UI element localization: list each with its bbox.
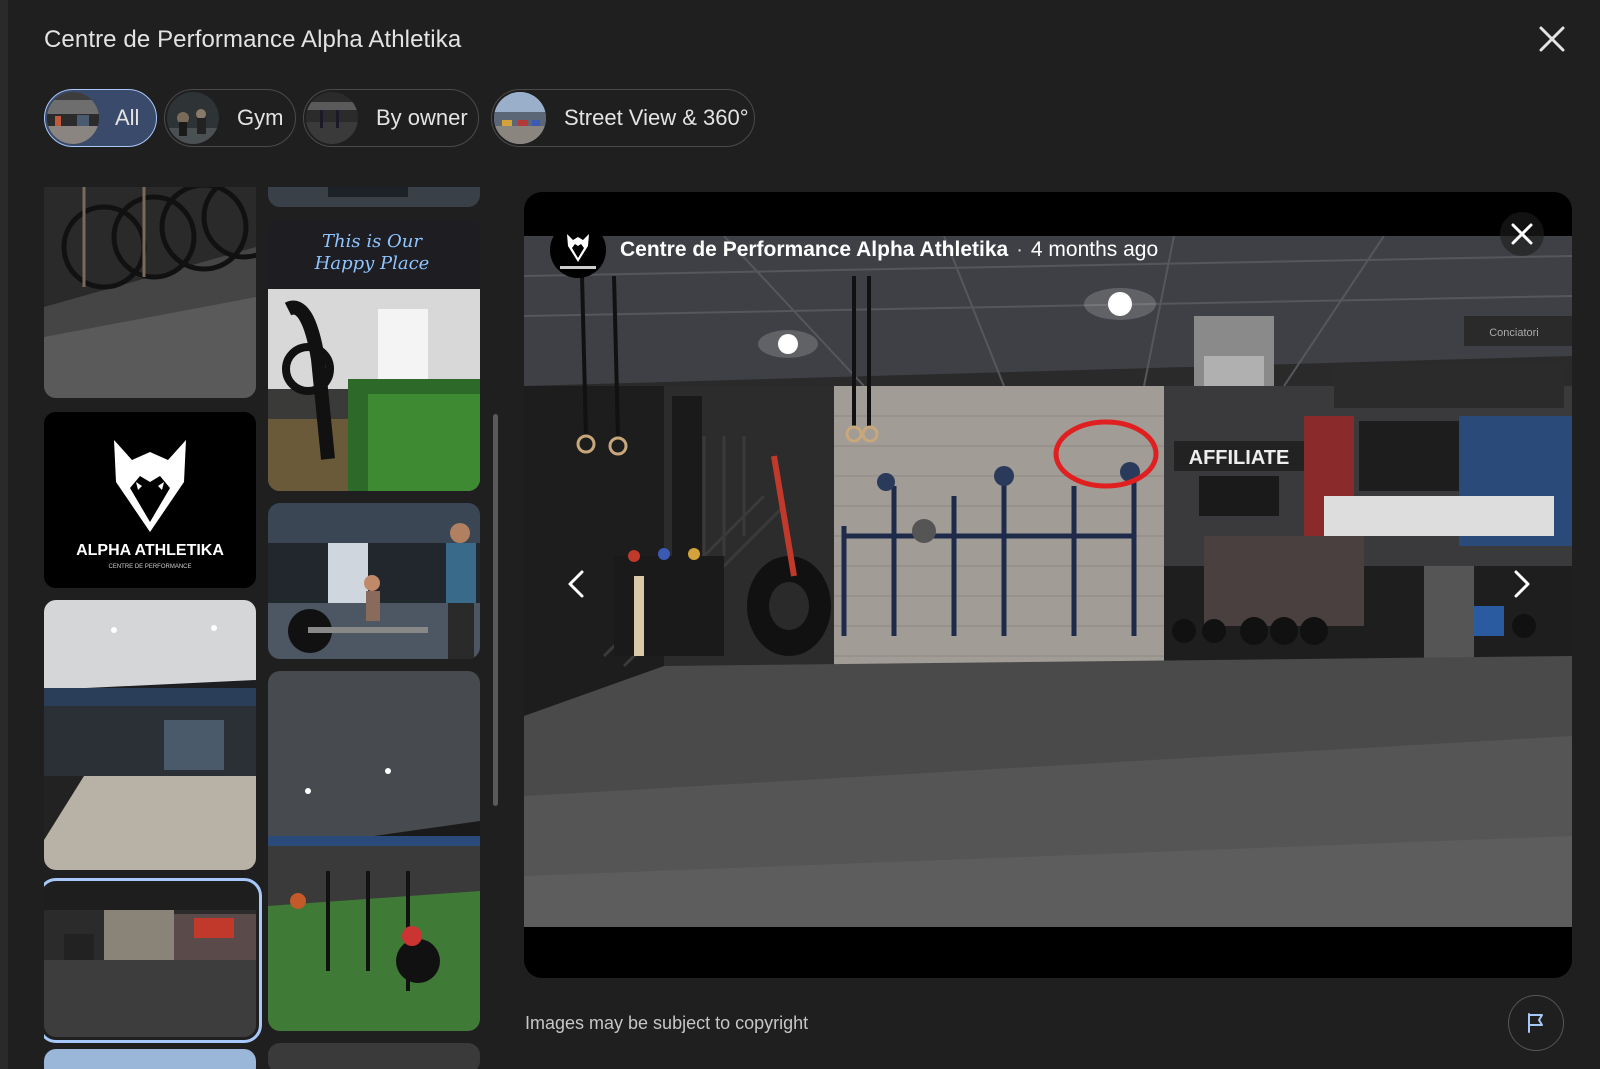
sign-affiliate: AFFILIATE <box>1189 447 1290 469</box>
thumbnail-logo[interactable]: ALPHA ATHLETIKA CENTRE DE PERFORMANCE <box>44 412 256 588</box>
chevron-right-icon <box>1514 570 1530 598</box>
attribution-separator: · <box>1016 238 1023 261</box>
chip-all-thumbnail <box>47 92 99 144</box>
chip-gym[interactable]: Gym <box>164 89 296 147</box>
sign-corner: Conciatori <box>1489 327 1539 339</box>
chip-street-view-label: Street View & 360° <box>564 105 749 130</box>
chip-all-label: All <box>115 105 140 130</box>
chip-street-view-thumbnail <box>494 92 546 144</box>
dialog-title: Centre de Performance Alpha Athletika <box>44 26 462 53</box>
close-icon <box>1539 26 1565 52</box>
report-photo-button[interactable] <box>1508 995 1564 1051</box>
thumbnail-partial-top[interactable] <box>268 187 480 207</box>
thumbnail-partial-bottom-right[interactable] <box>268 1043 480 1069</box>
neon-sign-line1: This is Our <box>322 231 423 252</box>
thumbnail-hall[interactable] <box>44 600 256 870</box>
thumbnail-bikes[interactable] <box>44 187 256 398</box>
author-avatar[interactable] <box>550 222 606 278</box>
previous-photo-button[interactable] <box>560 564 596 604</box>
thumbnail-lifting[interactable] <box>268 503 480 659</box>
thumbnail-neon-sign[interactable]: This is Our Happy Place <box>268 219 480 491</box>
thumbnail-partial-bottom-left[interactable] <box>44 1049 256 1069</box>
chip-by-owner-thumbnail <box>306 92 358 144</box>
viewer-close-button[interactable] <box>1500 212 1544 256</box>
chip-all[interactable]: All <box>44 89 157 147</box>
thumbnail-turf[interactable] <box>268 671 480 1031</box>
logo-subtext: CENTRE DE PERFORMANCE <box>108 564 191 570</box>
chip-by-owner-label: By owner <box>376 105 468 130</box>
copyright-notice: Images may be subject to copyright <box>525 1013 809 1033</box>
dialog-close-button[interactable] <box>1535 22 1569 56</box>
chip-by-owner[interactable]: By owner <box>303 89 479 147</box>
background-page-edge <box>0 0 8 1069</box>
close-icon <box>1511 223 1533 245</box>
flag-icon <box>1528 1013 1543 1033</box>
chevron-left-icon <box>568 570 584 598</box>
author-name[interactable]: Centre de Performance Alpha Athletika <box>620 238 1008 262</box>
chip-street-view[interactable]: Street View & 360° <box>491 89 755 147</box>
next-photo-button[interactable] <box>1502 564 1538 604</box>
chip-gym-label: Gym <box>237 105 284 130</box>
thumbnail-selected-gym-floor[interactable] <box>44 878 262 1043</box>
gym-interior-photo[interactable]: AFFILIATE Conciatori <box>524 236 1572 927</box>
thumbnail-scrollbar[interactable] <box>493 414 498 806</box>
photo-age: 4 months ago <box>1030 238 1159 261</box>
neon-sign-line2: Happy Place <box>314 253 430 274</box>
logo-text: ALPHA ATHLETIKA <box>76 542 224 559</box>
chip-gym-thumbnail <box>167 92 219 144</box>
photo-attribution: Centre de Performance Alpha Athletika · … <box>550 222 1158 278</box>
photo-viewer: AFFILIATE Conciatori Centre de Performan… <box>524 192 1572 978</box>
photo-thumbnail-grid: This is Our Happy Place ALPHA ATHLETIKA … <box>44 187 484 1069</box>
